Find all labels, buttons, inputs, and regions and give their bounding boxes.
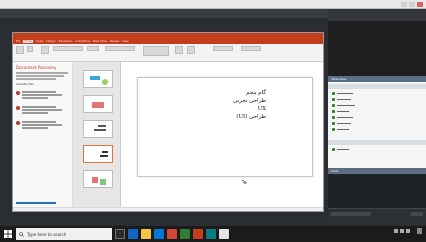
- recovery-help-link[interactable]: [16, 202, 56, 204]
- user-icon: [332, 122, 335, 125]
- user-icon: [332, 110, 335, 113]
- chat-recipient-select[interactable]: [331, 212, 371, 216]
- chat-panel: Chat: [328, 168, 426, 208]
- tab-animations[interactable]: Animations: [75, 40, 90, 43]
- paste-icon[interactable]: [16, 46, 24, 54]
- available-files-label: Available files: [16, 83, 34, 86]
- tab-design[interactable]: Design: [46, 40, 55, 43]
- attendee[interactable]: [332, 147, 349, 152]
- attendee[interactable]: [332, 115, 353, 120]
- user-icon: [332, 128, 335, 131]
- slide-text-line: UX: [257, 106, 266, 112]
- cut-icon[interactable]: [27, 46, 33, 52]
- attendees-subheader: [328, 84, 426, 89]
- desktop: File Home Insert Design Transitions Anim…: [0, 0, 426, 242]
- tab-view[interactable]: View: [122, 40, 128, 43]
- slide-text-line: (UI) طراحی: [236, 114, 266, 120]
- tab-insert[interactable]: Insert: [36, 40, 43, 43]
- slide-text-line: طراحی تجربی: [233, 98, 266, 104]
- mail-icon[interactable]: [167, 229, 177, 239]
- user-icon: [332, 148, 335, 151]
- quick-styles-icon[interactable]: [187, 46, 195, 54]
- edge-icon[interactable]: [128, 229, 138, 239]
- store-icon[interactable]: [154, 229, 164, 239]
- attendee[interactable]: [332, 121, 351, 126]
- paragraph-group[interactable]: [105, 46, 135, 51]
- taskbar-search[interactable]: Type here to search: [16, 228, 112, 240]
- font-size-select[interactable]: [87, 46, 99, 51]
- user-icon: [332, 98, 335, 101]
- maximize-button[interactable]: [409, 1, 415, 7]
- slide-thumbnail-selected[interactable]: [83, 145, 113, 163]
- file-explorer-icon[interactable]: [141, 229, 151, 239]
- minimize-button[interactable]: [401, 1, 407, 7]
- attendees-panel: Attendees: [328, 76, 426, 168]
- powerpoint-ribbon: [13, 44, 323, 62]
- windows-logo-icon: [4, 230, 12, 238]
- attendees-header[interactable]: Attendees: [328, 76, 426, 82]
- app-icon[interactable]: [219, 229, 229, 239]
- system-tray: [392, 228, 422, 234]
- tab-file[interactable]: File: [16, 40, 20, 43]
- recovery-file-item[interactable]: [16, 90, 70, 100]
- volume-icon[interactable]: [400, 229, 404, 233]
- slide-canvas[interactable]: گام پنجم طراحی تجربی UX (UI) طراحی: [137, 77, 313, 177]
- font-select[interactable]: [53, 46, 83, 51]
- tab-transitions[interactable]: Transitions: [58, 40, 72, 43]
- slide-thumbnail[interactable]: [83, 120, 113, 138]
- powerpoint-icon[interactable]: [193, 229, 203, 239]
- user-icon: [332, 92, 335, 95]
- language-icon[interactable]: [406, 229, 410, 233]
- recovery-title: Document Recovery: [16, 65, 57, 70]
- document-recovery-pane: Document Recovery Available files: [13, 62, 73, 211]
- slide-thumbnail[interactable]: [83, 170, 113, 188]
- shared-screen: File Home Insert Design Transitions Anim…: [12, 32, 324, 212]
- tab-review[interactable]: Review: [110, 40, 119, 43]
- attendee[interactable]: [332, 91, 353, 96]
- meeting-app-icon[interactable]: [206, 229, 216, 239]
- network-icon[interactable]: [394, 229, 398, 233]
- slide-text-line: گام پنجم: [246, 90, 266, 96]
- chat-input[interactable]: [328, 208, 426, 225]
- shapes-gallery[interactable]: [143, 46, 169, 56]
- task-view-icon[interactable]: [115, 229, 125, 239]
- chat-header[interactable]: Chat: [328, 168, 426, 174]
- tab-home[interactable]: Home: [23, 40, 34, 43]
- user-icon: [332, 104, 335, 107]
- slide-thumbnail[interactable]: [83, 70, 113, 88]
- search-placeholder: Type here to search: [27, 231, 67, 237]
- panel-toolbar: [328, 9, 426, 21]
- app-bottom-strip: [0, 212, 326, 225]
- excel-icon[interactable]: [180, 229, 190, 239]
- recovery-description: [16, 72, 70, 80]
- cursor-icon: [241, 179, 248, 185]
- slide-thumbnail[interactable]: [83, 95, 113, 113]
- replace-icon[interactable]: [241, 46, 261, 51]
- attendee[interactable]: [332, 109, 349, 114]
- send-button[interactable]: [411, 212, 423, 216]
- attendee[interactable]: [332, 103, 355, 108]
- tab-slide-show[interactable]: Slide Show: [93, 40, 107, 43]
- attendee[interactable]: [332, 97, 351, 102]
- user-icon: [332, 116, 335, 119]
- start-button[interactable]: [0, 226, 16, 242]
- new-slide-icon[interactable]: [41, 46, 49, 54]
- app-titlebar: [0, 0, 426, 9]
- video-panel: [328, 21, 426, 76]
- find-icon[interactable]: [213, 46, 233, 51]
- attendees-subheader: [328, 140, 426, 145]
- attendee[interactable]: [332, 127, 349, 132]
- recovery-file-item[interactable]: [16, 105, 70, 115]
- windows-taskbar: Type here to search: [0, 226, 426, 242]
- slide-thumbnails: [73, 62, 121, 211]
- arrange-icon[interactable]: [175, 46, 183, 54]
- search-icon: [19, 231, 24, 237]
- notifications-icon[interactable]: [417, 228, 422, 234]
- recovery-file-item[interactable]: [16, 120, 70, 130]
- close-button[interactable]: [417, 1, 423, 7]
